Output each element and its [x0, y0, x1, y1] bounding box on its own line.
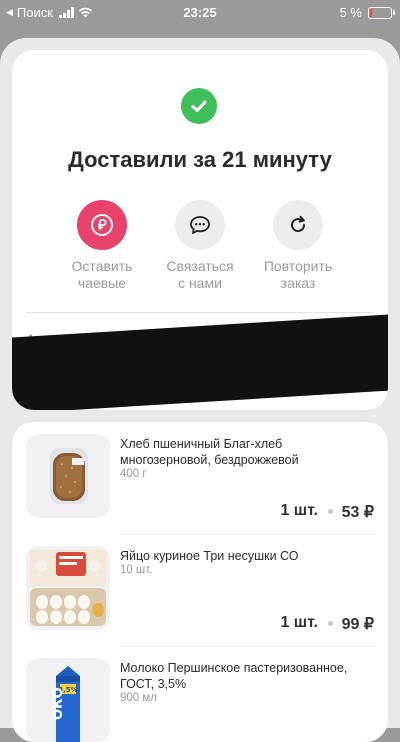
list-item[interactable]: Хлеб пшеничный Благ-хлеб многозерновой, … [12, 422, 388, 534]
repeat-icon[interactable] [273, 200, 323, 250]
svg-text:ОКО: ОКО [51, 687, 66, 720]
order-sheet: Доставили за 21 минуту Оставить чаевые С… [0, 38, 400, 742]
tip-button[interactable]: Оставить чаевые [52, 200, 152, 292]
success-check-icon [181, 88, 217, 124]
battery-icon [368, 6, 395, 19]
list-item[interactable]: 3,5% ОКО Молоко Першинское пастеризованн… [12, 646, 388, 742]
contact-label: Связаться с нами [166, 258, 234, 291]
item-weight: 400 г [120, 468, 147, 480]
item-quantity: 1 шт. [280, 502, 318, 519]
status-bar: ◀ Поиск 23:25 5 % [0, 0, 400, 24]
divider [26, 312, 374, 313]
item-price: 53 ₽ [341, 504, 374, 521]
item-quantity: 1 шт. [280, 614, 318, 631]
repeat-order-label: Повторить заказ [263, 258, 333, 291]
item-name: Яйцо куриное Три несушки СО [120, 549, 299, 563]
separator-dot [328, 621, 333, 626]
order-actions: Оставить чаевые Связаться с нами Повтори… [52, 200, 352, 292]
separator-dot [328, 509, 333, 514]
item-price: 99 ₽ [341, 616, 374, 633]
milk-thumbnail: 3,5% ОКО [26, 658, 110, 742]
redaction-mark [12, 313, 388, 410]
repeat-order-button[interactable]: Повторить заказ [248, 200, 348, 292]
order-status-card: Доставили за 21 минуту Оставить чаевые С… [12, 50, 388, 410]
ruble-icon[interactable] [77, 200, 127, 250]
chat-icon[interactable] [175, 200, 225, 250]
tip-label: Оставить чаевые [71, 258, 133, 291]
bread-thumbnail [26, 434, 110, 518]
eggs-thumbnail [26, 546, 110, 630]
item-weight: 10 шт. [120, 564, 153, 576]
contact-button[interactable]: Связаться с нами [150, 200, 250, 292]
battery-percent: 5 % [339, 5, 362, 20]
page-title: Доставили за 21 минуту [68, 147, 332, 172]
item-name: Хлеб пшеничный Благ-хлеб многозерновой, … [120, 437, 299, 467]
item-weight: 900 мл [120, 692, 157, 704]
item-name: Молоко Першинское пастеризованное, ГОСТ,… [120, 661, 348, 691]
order-items-card: Хлеб пшеничный Благ-хлеб многозерновой, … [12, 422, 388, 742]
list-item[interactable]: Яйцо куриное Три несушки СО 10 шт. 1 шт.… [12, 534, 388, 646]
status-right: 5 % [339, 5, 395, 20]
